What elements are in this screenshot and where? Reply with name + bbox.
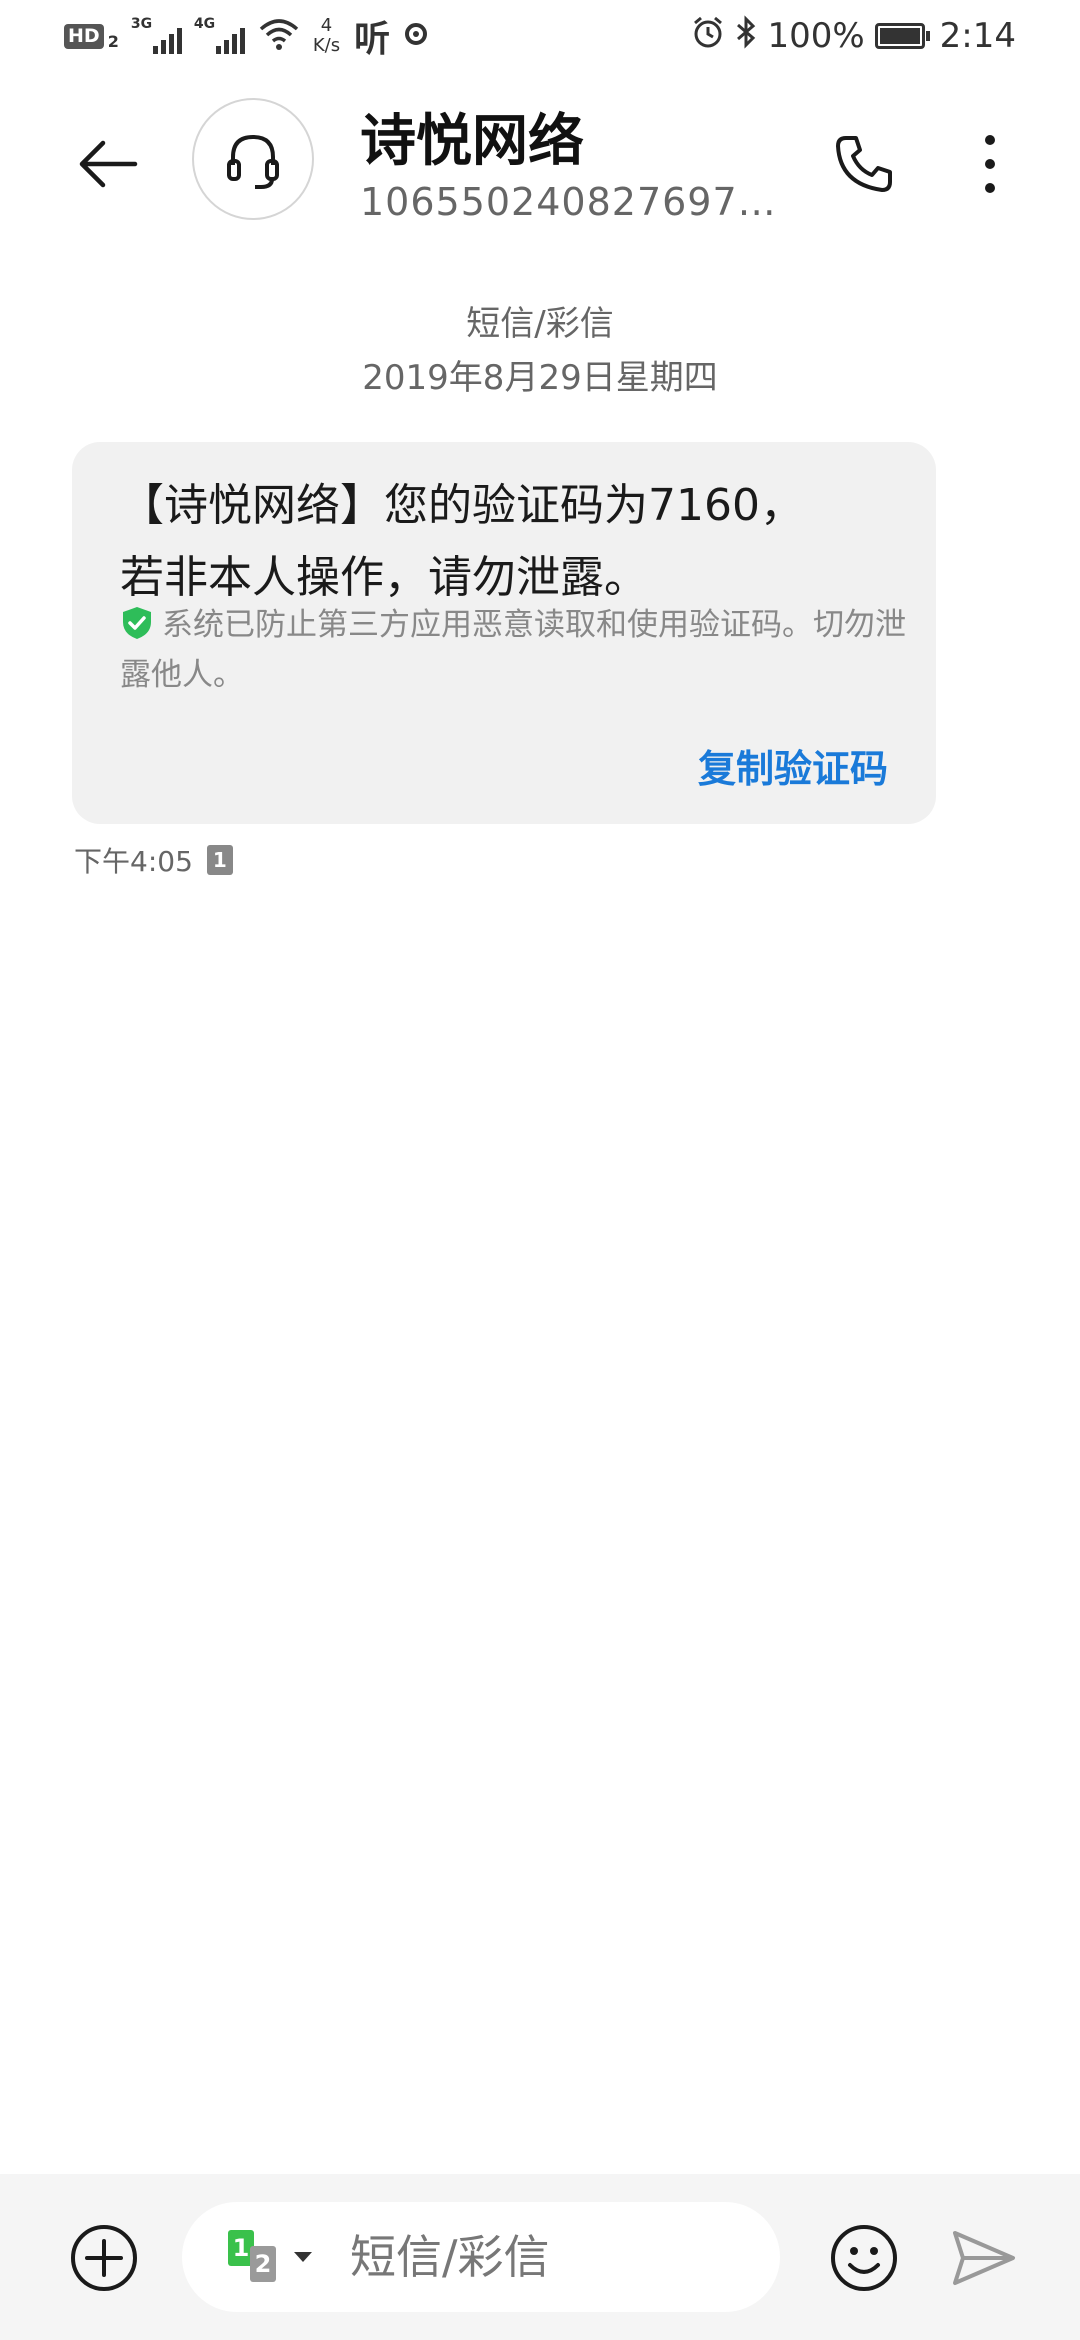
emoji-button[interactable]	[820, 2214, 908, 2302]
hd-sim-number: 2	[107, 31, 119, 51]
network-speed: 4 K/s	[313, 16, 340, 56]
signal-3g-icon: 3G	[130, 16, 182, 54]
bluetooth-icon	[735, 14, 757, 58]
shield-check-icon	[123, 607, 151, 639]
chevron-down-icon	[294, 2252, 312, 2262]
call-button[interactable]	[820, 120, 908, 208]
back-button[interactable]	[64, 120, 152, 208]
more-vertical-icon	[985, 135, 995, 193]
message-bubble[interactable]: 【诗悦网络】您的验证码为7160， 若非本人操作，请勿泄露。 系统已防止第三方应…	[72, 442, 936, 824]
send-button[interactable]	[940, 2214, 1028, 2302]
more-options-button[interactable]	[946, 120, 1034, 208]
message-line: 【诗悦网络】您的验证码为7160，	[120, 480, 804, 531]
speed-value: 4	[320, 15, 333, 36]
sim-selector[interactable]: 1 2	[228, 2230, 328, 2286]
battery-icon	[874, 23, 930, 49]
hd-voice-badge: HD	[64, 23, 104, 49]
status-bar: HD 2 3G 4G 4 K/s 听 100% 2:14	[0, 0, 1080, 72]
add-attachment-button[interactable]	[60, 2214, 148, 2302]
security-note: 系统已防止第三方应用恶意读取和使用验证码。切勿泄露他人。	[120, 600, 910, 700]
date-separator: 2019年8月29日星期四	[362, 358, 718, 398]
send-icon	[953, 2231, 1015, 2285]
message-time: 下午4:05	[74, 845, 193, 878]
message-input-container: 1 2	[182, 2202, 780, 2312]
network-type-label: 4G	[193, 16, 216, 32]
network-type-label: 3G	[130, 16, 153, 32]
status-right: 100% 2:14	[691, 14, 1016, 58]
message-body: 【诗悦网络】您的验证码为7160， 若非本人操作，请勿泄露。	[120, 470, 910, 614]
back-arrow-icon	[79, 140, 138, 188]
headset-icon	[227, 134, 279, 189]
message-type-label: 短信/彩信	[466, 304, 614, 344]
phone-icon	[836, 136, 892, 192]
add-circle-icon	[71, 2225, 137, 2291]
message-input[interactable]	[350, 2202, 750, 2312]
ting-app-icon: 听	[354, 19, 391, 60]
sim-badge: 1	[206, 845, 233, 875]
security-note-text: 系统已防止第三方应用恶意读取和使用验证码。切勿泄露他人。	[120, 607, 906, 693]
sim-secondary: 2	[250, 2246, 276, 2282]
wifi-icon	[259, 17, 299, 55]
clock-time: 2:14	[939, 16, 1016, 56]
signal-4g-icon: 4G	[193, 16, 245, 54]
record-icon	[404, 22, 428, 50]
conversation-header: 诗悦网络 1065502408276976…	[0, 90, 1080, 250]
messaging-screen: HD 2 3G 4G 4 K/s 听 100% 2:14 诗悦网络 106550…	[0, 0, 1080, 2340]
speed-unit: K/s	[312, 35, 341, 56]
status-left: HD 2 3G 4G 4 K/s 听	[64, 14, 428, 60]
contact-name: 诗悦网络	[360, 109, 584, 174]
contact-avatar[interactable]	[192, 98, 314, 220]
message-composer: 1 2	[0, 2174, 1080, 2340]
battery-percent: 100%	[767, 16, 865, 56]
emoji-icon	[831, 2225, 897, 2291]
copy-code-button[interactable]: 复制验证码	[698, 738, 888, 793]
contact-number: 1065502408276976…	[360, 180, 780, 224]
alarm-icon	[691, 15, 725, 58]
message-meta: 下午4:05 1	[74, 840, 233, 880]
